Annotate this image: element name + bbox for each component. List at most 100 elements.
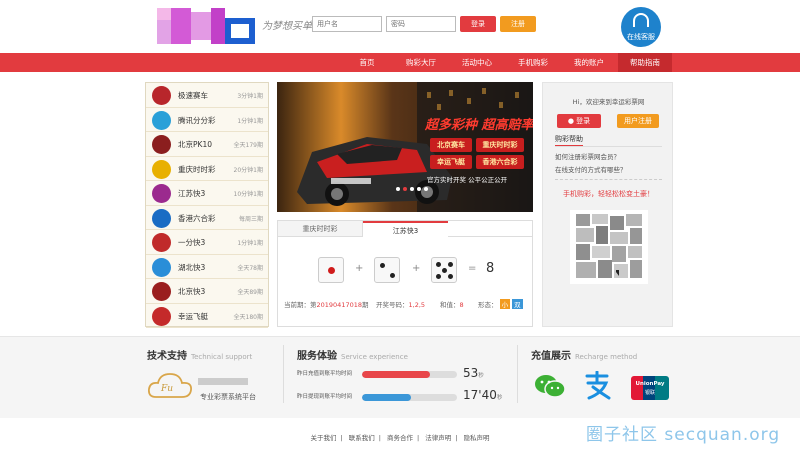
lottery-frequency: 全天78期 — [237, 264, 263, 272]
pattern-even-badge: 双 — [512, 299, 523, 309]
carousel-dot-1 — [396, 187, 400, 191]
draw-numbers: 开奖号码：1,2,5 — [376, 301, 426, 309]
lottery-icon — [152, 257, 171, 277]
account-login-button[interactable]: ● 登录 — [557, 114, 601, 128]
lottery-item[interactable]: 一分快3 1分钟1期 — [146, 230, 268, 255]
blurred-company-name — [198, 378, 248, 385]
lottery-item[interactable]: 香港六合彩 每周三期 — [146, 206, 268, 230]
qr-code — [570, 210, 648, 284]
account-register-button[interactable]: 用户注册 — [617, 114, 659, 128]
header-register-button[interactable]: 注册 — [500, 16, 536, 32]
carousel-dot-3 — [410, 187, 414, 191]
footer-link-business[interactable]: 商务合作 — [387, 434, 413, 442]
user-icon: ● — [567, 117, 574, 125]
lottery-name: 幸运飞艇 — [178, 311, 208, 321]
lottery-name: 重庆时时彩 — [178, 164, 216, 174]
lottery-frequency: 1分钟1期 — [237, 117, 263, 125]
nav-activity[interactable]: 活动中心 — [450, 53, 504, 72]
banner-caption: 官方实时开奖 公平公正公开 — [427, 176, 508, 184]
site-logo[interactable] — [157, 8, 255, 44]
banner-tag: 重庆时时彩 — [482, 141, 518, 149]
pattern: 形态： 小 双 — [478, 299, 523, 309]
die-2 — [374, 257, 400, 283]
cloud-logo-icon: Fu — [146, 369, 194, 401]
lottery-item[interactable]: 极速赛车 3分钟1期 — [146, 83, 268, 108]
lottery-icon — [152, 110, 171, 130]
lottery-frequency: 每周三期 — [238, 215, 263, 223]
help-link[interactable]: 在线支付的方式有哪些？ — [555, 164, 627, 174]
lottery-name: 湖北快3 — [178, 262, 206, 272]
footer-link-legal[interactable]: 法律声明 — [425, 434, 451, 442]
pattern-small-badge: 小 — [499, 299, 511, 309]
wechat-pay-icon — [534, 373, 566, 399]
current-issue: 当前期：第20190417018期 — [284, 301, 369, 309]
footer-link-about[interactable]: 关于我们 — [310, 434, 336, 442]
lottery-item[interactable]: 湖北快3 全天78期 — [146, 255, 268, 279]
sum-value: 和值：8 — [440, 301, 464, 309]
service-experience-title: 服务体验 Service experience — [297, 351, 408, 362]
footer-link-contact[interactable]: 联系我们 — [349, 434, 375, 442]
tab-cqssc[interactable]: 重庆时时彩 — [278, 221, 363, 237]
deposit-time-value: 53秒 — [463, 366, 484, 380]
lottery-frequency: 10分钟1期 — [233, 191, 263, 198]
nav-my-account[interactable]: 我的账户 — [562, 53, 616, 72]
username-input[interactable] — [312, 16, 382, 32]
welcome-text: Hi，欢迎来到幸运彩票网 — [572, 98, 645, 106]
footer-link-privacy[interactable]: 隐私声明 — [464, 434, 490, 442]
lottery-frequency: 1分钟1期 — [237, 240, 263, 247]
die-3 — [431, 257, 457, 283]
alipay-icon — [583, 370, 611, 401]
withdraw-time-bar — [362, 394, 457, 401]
account-box: Hi，欢迎来到幸运彩票网 ● 登录 用户注册 购彩帮助 如何注册彩票网会员？ 在… — [542, 82, 673, 327]
lottery-icon — [152, 184, 171, 203]
lottery-item[interactable]: 江苏快3 10分钟1期 — [146, 181, 268, 206]
lottery-name: 江苏快3 — [178, 189, 206, 198]
tech-support-title: 技术支持 Technical support — [147, 351, 253, 362]
header-login-button[interactable]: 登录 — [460, 16, 496, 32]
help-link[interactable]: 如何注册彩票网会员？ — [555, 151, 620, 161]
lottery-name: 北京PK10 — [178, 140, 212, 149]
lottery-name: 极速赛车 — [178, 91, 208, 100]
lottery-name: 腾讯分分彩 — [178, 115, 216, 125]
carousel-dot-4 — [417, 187, 421, 191]
carousel-dot-2 — [403, 187, 407, 191]
svg-text:Fu: Fu — [160, 384, 173, 394]
online-service-label: 在线客服 — [627, 33, 655, 41]
online-service-button[interactable]: 在线客服 — [621, 7, 661, 47]
die-1 — [318, 257, 344, 283]
nav-help[interactable]: 帮助指南 — [618, 53, 672, 72]
carousel-dot-5 — [424, 187, 428, 191]
banner-tag: 幸运飞艇 — [437, 158, 465, 166]
mobile-promo: 手机购彩，轻轻松松变土豪！ — [563, 190, 654, 198]
lottery-item[interactable]: 重庆时时彩 20分钟1期 — [146, 157, 268, 181]
watermark: 圈子社区 secquan.org — [586, 425, 781, 445]
promo-banner[interactable]: 超多彩种 超高赔率 北京赛车 重庆时时彩 幸运飞艇 香港六合彩 官方实时开奖 公… — [277, 82, 533, 212]
password-input[interactable] — [386, 16, 456, 32]
main-nav: 首页 购彩大厅 活动中心 手机购彩 我的账户 帮助指南 — [0, 53, 800, 72]
lottery-name: 香港六合彩 — [178, 213, 216, 223]
deposit-time-bar — [362, 371, 457, 378]
lottery-frequency: 全天89期 — [237, 289, 263, 296]
lottery-name: 一分快3 — [178, 238, 206, 247]
nav-mobile[interactable]: 手机购彩 — [506, 53, 560, 72]
lottery-item[interactable]: 北京快3 全天89期 — [146, 279, 268, 304]
lottery-frequency: 20分钟1期 — [233, 166, 263, 174]
banner-tag: 香港六合彩 — [482, 158, 518, 166]
deposit-time-label: 昨日充值到账平均时间 — [297, 371, 353, 377]
withdraw-time-value: 17'40秒 — [463, 388, 503, 402]
lottery-frequency: 全天179期 — [233, 142, 263, 149]
banner-headline: 超多彩种 超高赔率 — [425, 118, 533, 133]
lottery-icon — [152, 306, 171, 326]
nav-home[interactable]: 首页 — [340, 53, 394, 72]
lottery-icon — [152, 233, 171, 252]
headset-icon — [633, 13, 649, 27]
tab-jsk3[interactable]: 江苏快3 — [363, 221, 448, 237]
nav-lottery-hall[interactable]: 购彩大厅 — [394, 53, 448, 72]
lottery-list: 极速赛车 3分钟1期 腾讯分分彩 1分钟1期 北京PK10 全天179期 重庆时时彩 20分钟… — [145, 82, 269, 328]
lottery-item[interactable]: 幸运飞艇 全天180期 — [146, 304, 268, 328]
lottery-item[interactable]: 腾讯分分彩 1分钟1期 — [146, 108, 268, 132]
lottery-item[interactable]: 北京PK10 全天179期 — [146, 132, 268, 157]
lottery-name: 北京快3 — [178, 287, 206, 296]
recharge-title: 充值展示 Recharge method — [531, 351, 638, 362]
withdraw-time-label: 昨日提现到账平均时间 — [297, 394, 353, 400]
